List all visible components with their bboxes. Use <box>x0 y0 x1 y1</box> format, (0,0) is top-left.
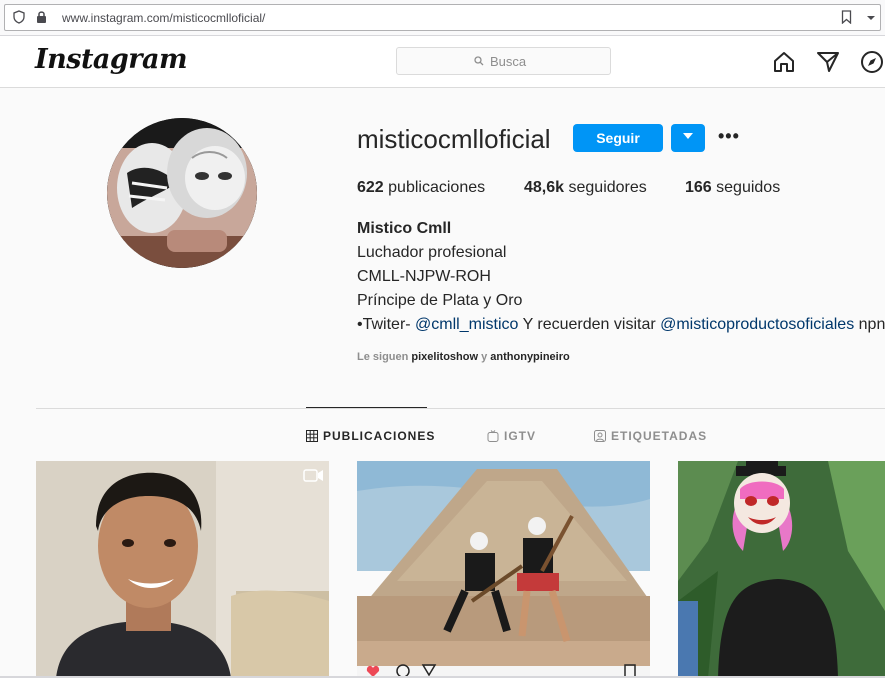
tab-label: IGTV <box>504 429 537 443</box>
following-stat[interactable]: 166 seguidos <box>685 179 780 197</box>
followed-by-prefix: Le siguen <box>357 351 409 363</box>
following-count[interactable]: 166 <box>685 179 712 196</box>
posts-label: publicaciones <box>388 179 486 196</box>
post-thumbnail[interactable] <box>357 461 650 678</box>
search-icon <box>474 56 484 66</box>
followed-by: Le siguen pixelitoshow y anthonypineiro <box>357 351 570 363</box>
bio-twitter-prefix: •Twiter- <box>357 316 416 333</box>
chevron-down-icon[interactable] <box>866 11 876 29</box>
explore-icon[interactable] <box>860 50 884 79</box>
instagram-header: Instagram Busca <box>0 36 885 88</box>
followed-by-user-1[interactable]: pixelitoshow <box>411 351 478 363</box>
chevron-down-icon <box>683 133 693 139</box>
bio-mid-text: Y recuerden visitar <box>518 316 661 333</box>
post-thumbnail[interactable] <box>678 461 885 678</box>
tab-label: PUBLICACIONES <box>323 429 436 443</box>
bio-line-1: Luchador profesional <box>357 244 507 261</box>
shield-icon[interactable] <box>13 10 25 29</box>
tagged-icon <box>594 430 606 442</box>
search-input[interactable]: Busca <box>396 47 611 75</box>
igtv-icon <box>487 430 499 442</box>
following-label[interactable]: seguidos <box>716 179 780 196</box>
profile-avatar[interactable] <box>107 118 257 268</box>
followed-by-and: y <box>481 351 488 363</box>
bio-line-3: Príncipe de Plata y Oro <box>357 292 523 309</box>
followers-count[interactable]: 48,6k <box>524 179 564 196</box>
address-bar[interactable]: www.instagram.com/misticocmlloficial/ <box>4 4 881 31</box>
post-thumbnail[interactable] <box>36 461 329 678</box>
browser-toolbar: www.instagram.com/misticocmlloficial/ <box>0 0 885 36</box>
instagram-logo[interactable]: Instagram <box>35 44 188 75</box>
bookmark-icon[interactable] <box>841 10 852 29</box>
direct-message-icon[interactable] <box>816 50 840 79</box>
followers-label[interactable]: seguidores <box>569 179 647 196</box>
tab-label: ETIQUETADAS <box>611 429 708 443</box>
bio-tail-text: npn <box>854 316 885 333</box>
url-text[interactable]: www.instagram.com/misticocmlloficial/ <box>62 11 265 25</box>
posts-count-stat: 622 publicaciones <box>357 179 485 197</box>
lock-icon[interactable] <box>36 10 47 29</box>
bio-line-2: CMLL-NJPW-ROH <box>357 268 491 285</box>
follow-button[interactable]: Seguir <box>573 124 663 152</box>
active-tab-indicator <box>306 407 427 408</box>
search-placeholder: Busca <box>490 54 527 69</box>
bio-line-4: •Twiter- @cmll_mistico Y recuerden visit… <box>357 316 885 334</box>
tab-igtv[interactable]: IGTV <box>487 429 536 443</box>
home-icon[interactable] <box>772 50 796 79</box>
more-options-button[interactable]: ••• <box>718 126 740 147</box>
twitter-handle-link[interactable]: @cmll_mistico <box>415 316 518 333</box>
posts-count: 622 <box>357 179 384 196</box>
suggestions-dropdown-button[interactable] <box>671 124 705 152</box>
profile-username: misticocmlloficial <box>357 124 551 154</box>
followers-stat[interactable]: 48,6k seguidores <box>524 179 647 197</box>
grid-icon <box>306 430 318 442</box>
tabs-divider <box>36 408 885 409</box>
followed-by-user-2[interactable]: anthonypineiro <box>490 351 569 363</box>
profile-full-name: Mistico Cmll <box>357 220 452 237</box>
tab-publicaciones[interactable]: PUBLICACIONES <box>306 429 435 443</box>
tab-etiquetadas[interactable]: ETIQUETADAS <box>594 429 707 443</box>
shop-handle-link[interactable]: @misticoproductosoficiales <box>660 316 854 333</box>
